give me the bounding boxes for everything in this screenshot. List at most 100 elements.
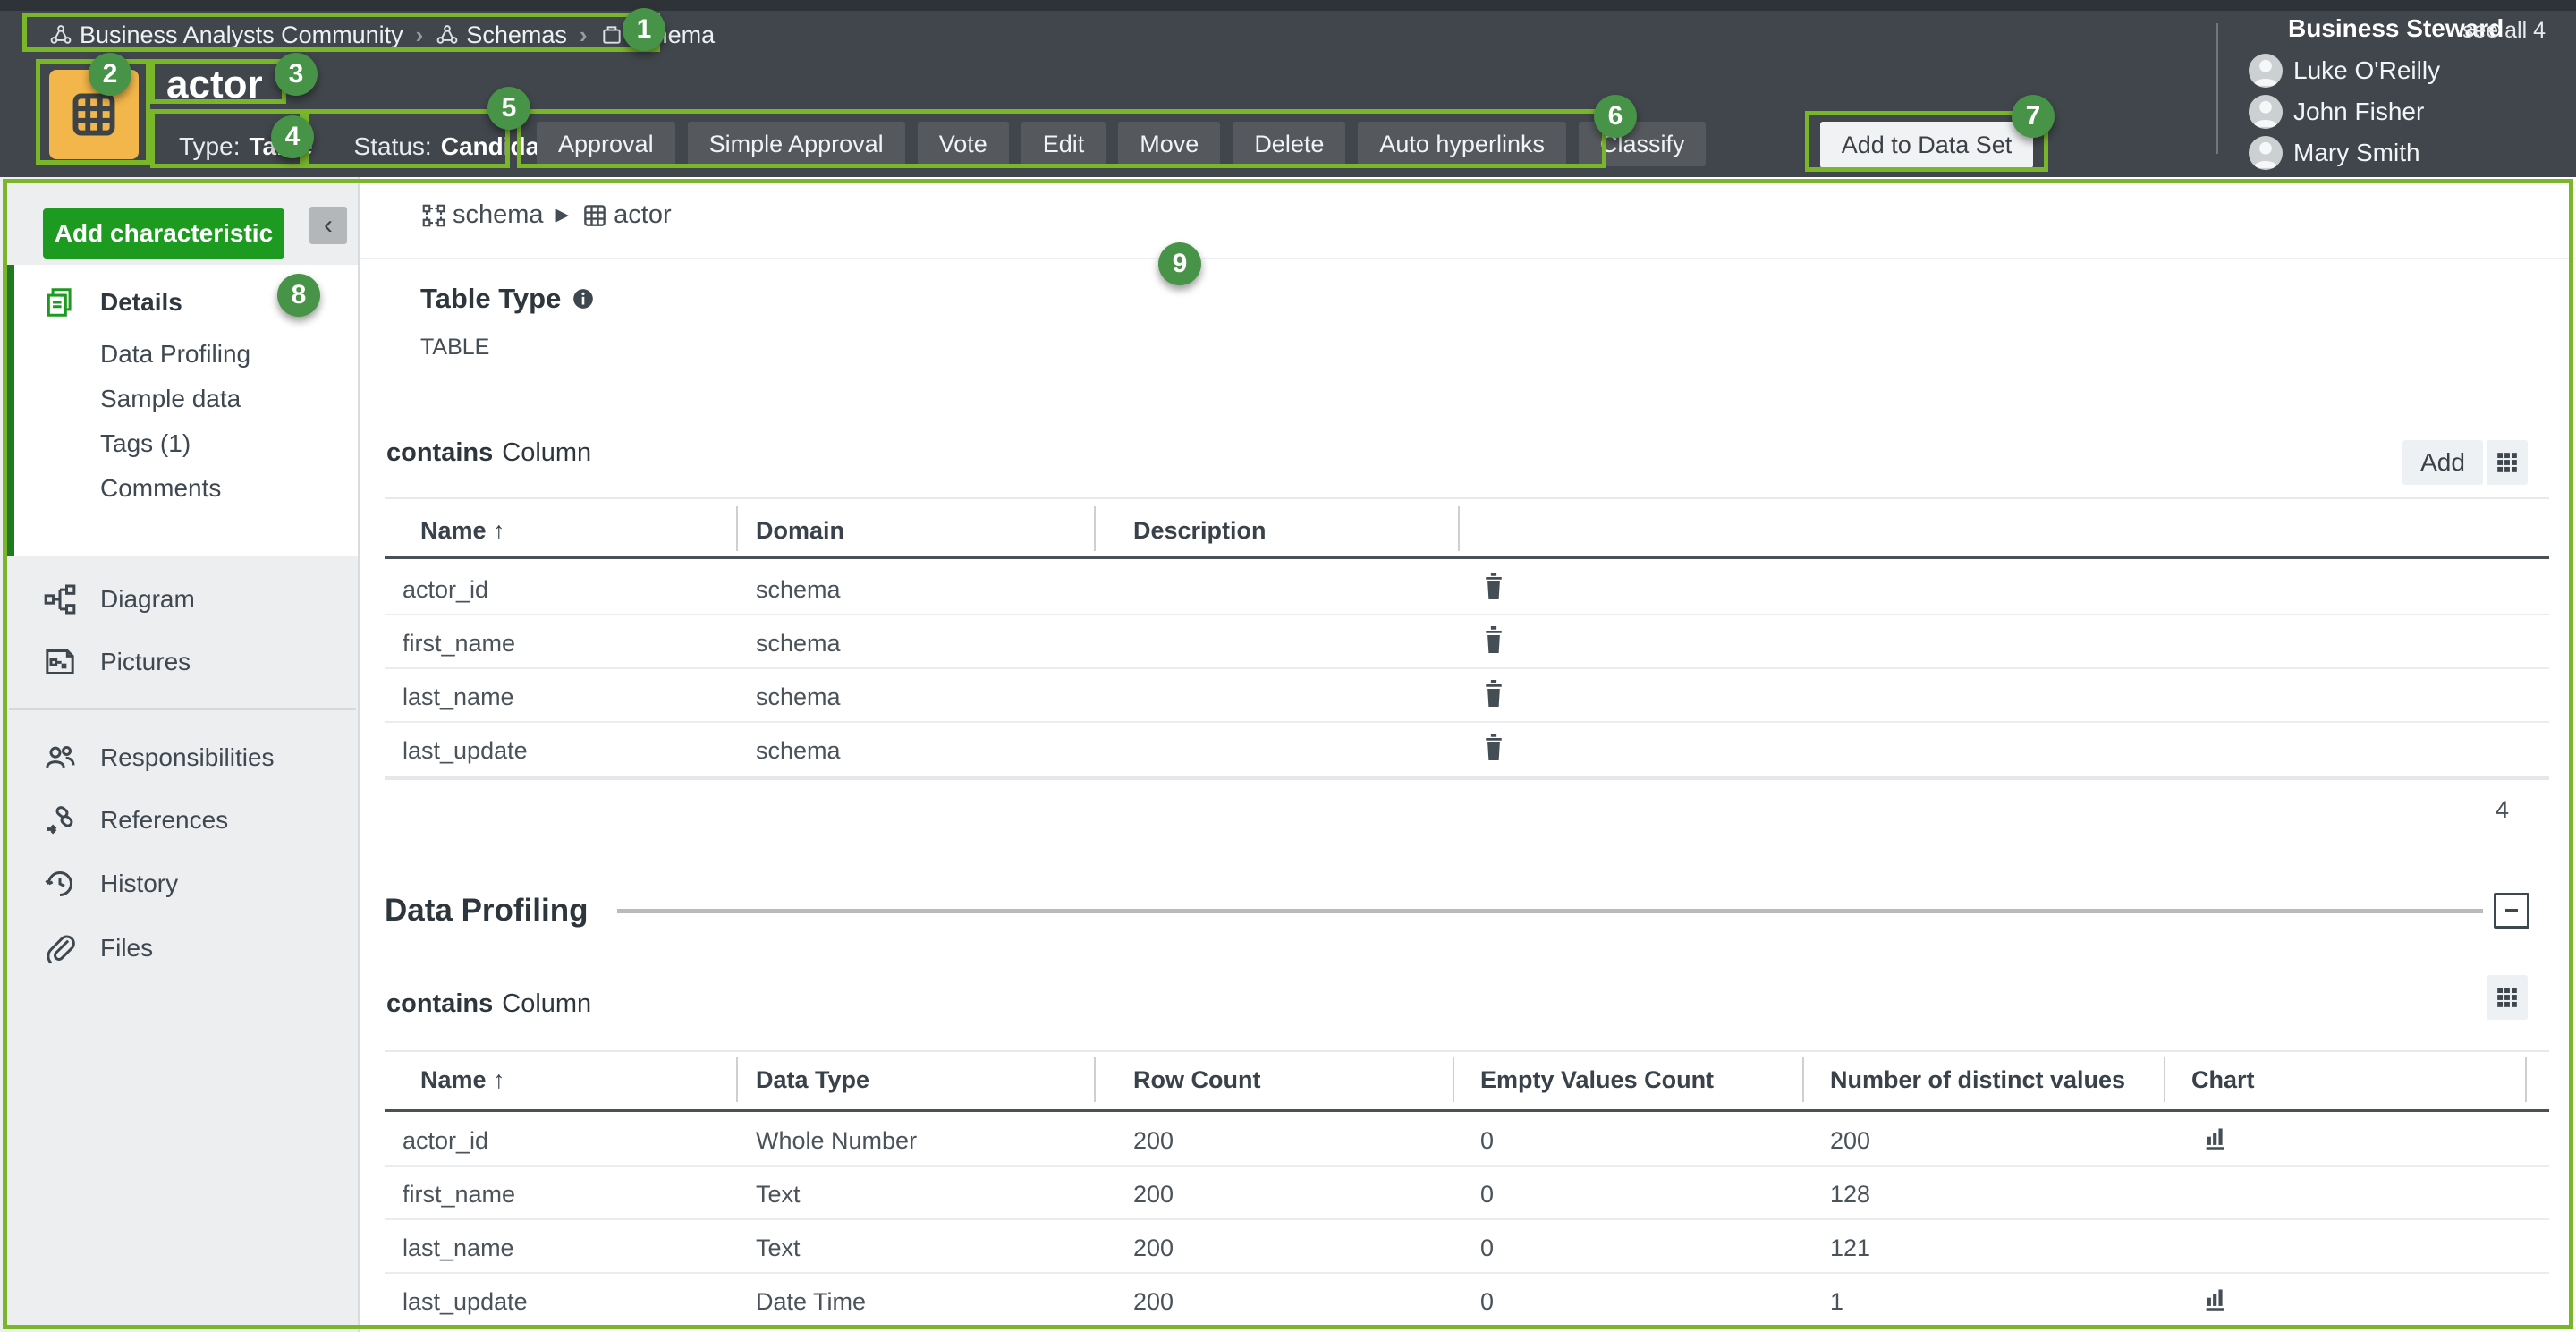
sidebar-item-tags[interactable]: Tags (1) <box>0 422 358 465</box>
vote-button[interactable]: Vote <box>918 122 1009 166</box>
cell-name[interactable]: actor_id <box>402 576 488 604</box>
steward-name[interactable]: Luke O'Reilly <box>2293 56 2440 85</box>
breadcrumb-label: Schemas <box>466 21 567 49</box>
trash-icon[interactable] <box>1480 624 1507 655</box>
move-button[interactable]: Move <box>1118 122 1220 166</box>
breadcrumb: Business Analysts Community › Schemas › <box>49 18 715 52</box>
info-icon[interactable] <box>572 287 595 310</box>
table-options-grid-icon[interactable] <box>2487 975 2528 1020</box>
responsibilities-icon <box>41 739 79 776</box>
cell-name[interactable]: last_name <box>402 683 514 711</box>
delete-button[interactable]: Delete <box>1233 122 1345 166</box>
col-header-domain[interactable]: Domain <box>756 517 844 545</box>
col-header-empty-values[interactable]: Empty Values Count <box>1480 1066 1714 1094</box>
data-profiling-heading: Data Profiling <box>385 893 589 929</box>
breadcrumb-schema[interactable]: schema <box>453 200 544 230</box>
divider <box>385 1218 2549 1220</box>
sidebar-item-data-profiling[interactable]: Data Profiling <box>0 333 358 376</box>
cell-name[interactable]: actor_id <box>402 1127 488 1155</box>
divider <box>385 497 2549 499</box>
asset-page: Business Analysts Community › Schemas › <box>0 0 2576 1332</box>
collapse-section-icon[interactable] <box>2494 893 2529 929</box>
page-title: actor <box>166 63 263 107</box>
add-to-data-set-button[interactable]: Add to Data Set <box>1820 122 2033 168</box>
divider <box>385 614 2549 615</box>
add-relation-button[interactable]: Add <box>2402 440 2483 485</box>
cell-domain[interactable]: schema <box>756 737 841 765</box>
classify-button[interactable]: Classify <box>1579 122 1707 166</box>
sidebar-item-references[interactable]: References <box>0 799 358 842</box>
community-icon <box>49 23 72 47</box>
col-header-data-type[interactable]: Data Type <box>756 1066 869 1094</box>
details-icon <box>41 284 79 321</box>
app-header: Business Analysts Community › Schemas › <box>0 0 2576 177</box>
simple-approval-button[interactable]: Simple Approval <box>688 122 905 166</box>
column-separator <box>1458 506 1460 551</box>
contains-column-heading: containsColumn <box>386 989 591 1019</box>
add-characteristic-button[interactable]: Add characteristic <box>43 208 284 259</box>
sort-asc-icon: ↑ <box>493 1066 505 1093</box>
bar-chart-icon[interactable] <box>2203 1125 2228 1152</box>
column-separator <box>2525 1057 2527 1102</box>
bar-chart-icon[interactable] <box>2203 1286 2228 1313</box>
type-label: Type: <box>179 132 240 161</box>
divider <box>385 556 2549 559</box>
cell-name[interactable]: first_name <box>402 1181 515 1209</box>
cell-name[interactable]: last_name <box>402 1234 514 1262</box>
steward-row: John Fisher <box>2249 92 2424 132</box>
cell-row-count: 200 <box>1133 1234 1174 1262</box>
trash-icon[interactable] <box>1480 571 1507 601</box>
diagram-icon <box>41 581 79 618</box>
trash-icon[interactable] <box>1480 678 1507 708</box>
steward-name[interactable]: Mary Smith <box>2293 139 2420 167</box>
cell-name[interactable]: last_update <box>402 1288 528 1316</box>
breadcrumb-label: Business Analysts Community <box>80 21 403 49</box>
avatar <box>2249 136 2283 170</box>
sidebar-item-files[interactable]: Files <box>0 927 358 970</box>
col-header-description[interactable]: Description <box>1133 517 1267 545</box>
chevron-right-icon: › <box>580 21 588 49</box>
sidebar-item-pictures[interactable]: Pictures <box>0 641 358 683</box>
cell-empty-values: 0 <box>1480 1234 1494 1262</box>
divider <box>385 1050 2549 1052</box>
cell-distinct-values: 200 <box>1830 1127 1870 1155</box>
sidebar-item-comments[interactable]: Comments <box>0 467 358 510</box>
trash-icon[interactable] <box>1480 732 1507 762</box>
col-header-chart[interactable]: Chart <box>2191 1066 2255 1094</box>
col-header-name[interactable]: Name ↑ <box>420 1066 505 1094</box>
cell-name[interactable]: first_name <box>402 630 515 658</box>
see-all-link[interactable]: see all 4 <box>2462 18 2546 44</box>
sidebar-collapse-button[interactable]: ‹ <box>309 207 347 244</box>
schema-icon <box>420 202 447 229</box>
column-separator <box>1094 1057 1096 1102</box>
cell-empty-values: 0 <box>1480 1288 1494 1316</box>
cell-data-type: Date Time <box>756 1288 866 1316</box>
steward-name[interactable]: John Fisher <box>2293 98 2424 126</box>
cell-name[interactable]: last_update <box>402 737 528 765</box>
cell-data-type: Text <box>756 1181 801 1209</box>
cell-domain[interactable]: schema <box>756 683 841 711</box>
table-options-grid-icon[interactable] <box>2487 440 2528 485</box>
breadcrumb-schema-domain[interactable]: schema <box>600 21 716 49</box>
cell-domain[interactable]: schema <box>756 630 841 658</box>
chevron-right-icon: › <box>416 21 424 49</box>
col-header-distinct-values[interactable]: Number of distinct values <box>1830 1066 2125 1094</box>
approval-button[interactable]: Approval <box>537 122 675 166</box>
contains-column-heading: containsColumn <box>386 438 591 468</box>
col-header-name[interactable]: Name ↑ <box>420 517 505 545</box>
divider <box>360 258 2576 259</box>
breadcrumb-community[interactable]: Business Analysts Community <box>49 21 403 49</box>
table-type-heading: Table Type <box>420 283 595 315</box>
sidebar-item-history[interactable]: History <box>0 862 358 905</box>
caret-right-icon: ▶ <box>556 205 570 225</box>
col-header-row-count[interactable]: Row Count <box>1133 1066 1260 1094</box>
cell-domain[interactable]: schema <box>756 576 841 604</box>
sidebar-item-responsibilities[interactable]: Responsibilities <box>0 736 358 779</box>
sidebar-item-diagram[interactable]: Diagram <box>0 578 358 621</box>
edit-button[interactable]: Edit <box>1021 122 1106 166</box>
sidebar-item-details[interactable]: Details <box>0 281 358 324</box>
breadcrumb-schemas[interactable]: Schemas <box>436 21 567 49</box>
auto-hyperlinks-button[interactable]: Auto hyperlinks <box>1358 122 1566 166</box>
sidebar-item-sample-data[interactable]: Sample data <box>0 378 358 420</box>
table-type-value: TABLE <box>420 335 489 361</box>
